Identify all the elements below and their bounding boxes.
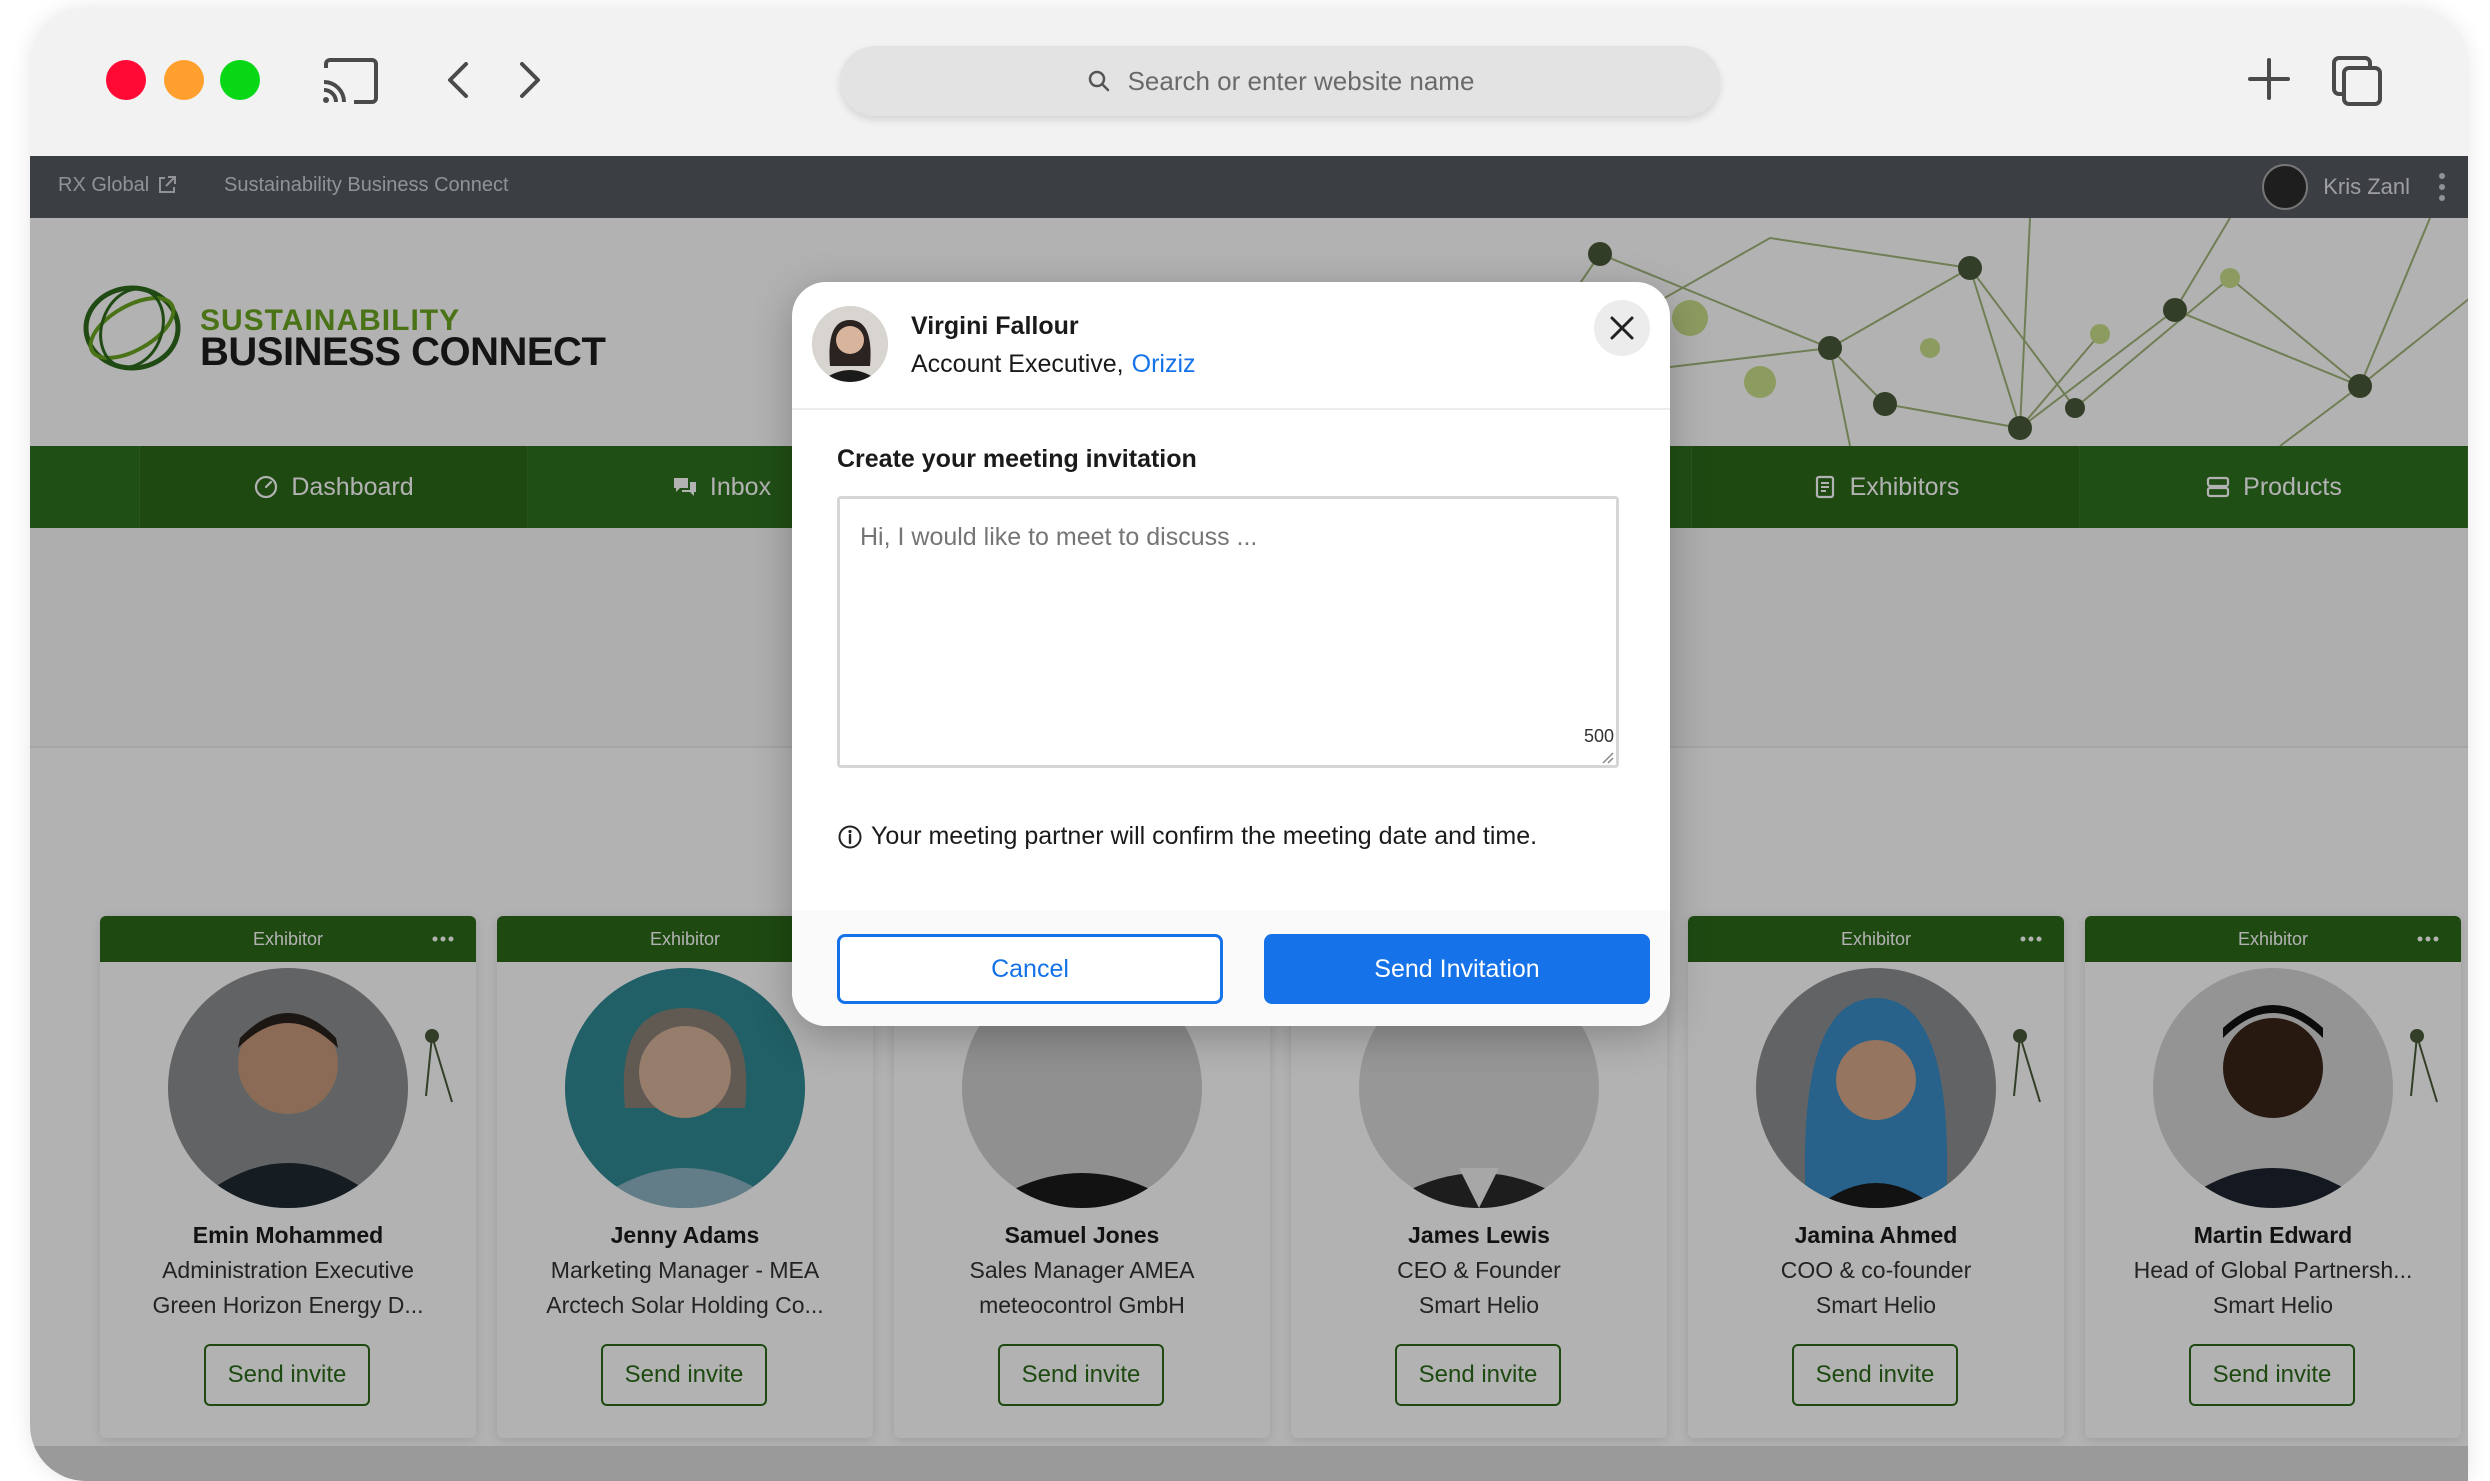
info-text: Your meeting partner will confirm the me…: [871, 822, 1538, 850]
invitation-message-input[interactable]: [837, 496, 1619, 768]
contact-avatar: [812, 306, 888, 382]
forward-arrow-icon[interactable]: [510, 58, 550, 102]
new-tab-icon[interactable]: [2244, 54, 2294, 104]
modal-divider: [792, 408, 1670, 410]
contact-name: Virgini Fallour: [911, 312, 1079, 340]
modal-heading: Create your meeting invitation: [837, 445, 1197, 473]
maximize-window-button[interactable]: [220, 60, 260, 100]
minimize-window-button[interactable]: [164, 60, 204, 100]
info-message: Your meeting partner will confirm the me…: [837, 822, 1537, 851]
cast-icon[interactable]: [320, 56, 380, 106]
resize-handle-icon[interactable]: [1598, 748, 1614, 764]
close-window-button[interactable]: [106, 60, 146, 100]
back-arrow-icon[interactable]: [438, 58, 478, 102]
meeting-invitation-modal: Virgini Fallour Account Executive, Oriziz…: [792, 282, 1670, 1026]
address-bar[interactable]: Search or enter website name: [840, 46, 1720, 116]
search-icon: [1088, 70, 1109, 92]
tabs-overview-icon[interactable]: [2330, 54, 2384, 108]
character-count: 500: [1584, 726, 1615, 746]
info-icon: [838, 825, 862, 848]
contact-company-link[interactable]: Oriziz: [1132, 350, 1196, 378]
cancel-button[interactable]: Cancel: [837, 934, 1223, 1004]
page-bottom-strip: [30, 1446, 2468, 1481]
browser-toolbar: Search or enter website name: [30, 8, 2468, 156]
browser-window: Search or enter website name RX Global S…: [30, 8, 2468, 1481]
address-placeholder: Search or enter website name: [1127, 65, 1475, 96]
contact-role: Account Executive,: [911, 350, 1124, 378]
send-invitation-button[interactable]: Send Invitation: [1264, 934, 1650, 1004]
close-icon: [1610, 316, 1634, 340]
close-modal-button[interactable]: [1594, 300, 1650, 356]
contact-role-line: Account Executive, Oriziz: [911, 350, 1196, 379]
